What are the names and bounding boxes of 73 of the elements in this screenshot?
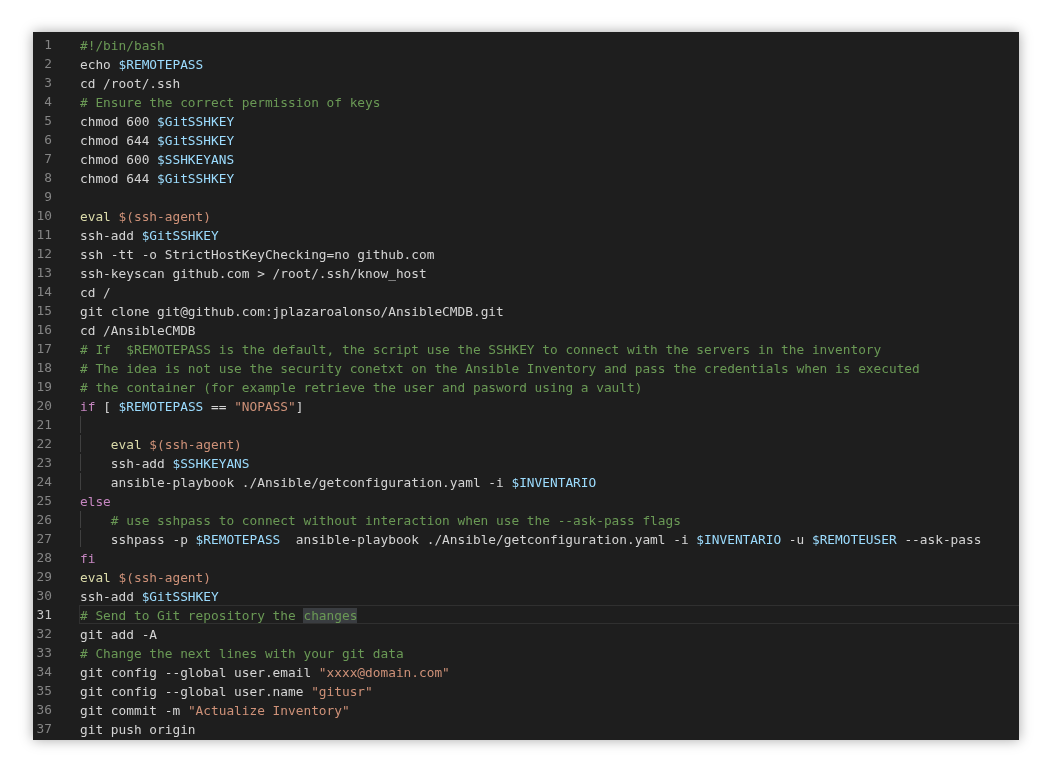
code-line: fi	[80, 550, 96, 566]
code-line: cd /root/.ssh	[80, 75, 181, 91]
code-line: cd /	[80, 284, 111, 300]
code-comment: # Send to Git repository the changes	[80, 607, 358, 623]
line-number: 26	[35, 511, 53, 529]
line-number: 5	[43, 112, 53, 130]
code-line: git config --global user.email "xxxx@domain.com"	[80, 664, 450, 680]
code-line: ssh-add $GitSSHKEY	[80, 227, 219, 243]
code-comment: # The idea is not use the security conetxt on the Ansible Inventory and pass the credentials when is executed	[80, 360, 920, 376]
code-comment: # Ensure the correct permission of keys	[80, 94, 381, 110]
line-number: 8	[43, 169, 53, 187]
line-number: 11	[35, 226, 53, 244]
code-line: ssh-add $GitSSHKEY	[80, 588, 219, 604]
line-number: 14	[35, 283, 53, 301]
code-line: git add -A	[80, 626, 158, 642]
code-line: git clone git@github.com:jplazaroalonso/AnsibleCMDB.git	[80, 303, 504, 319]
code-line: chmod 600 $SSHKEYANS	[80, 151, 235, 167]
line-number: 23	[35, 454, 53, 472]
code-line: if [ $REMOTEPASS == "NOPASS"]	[80, 398, 304, 414]
code-line: eval $(ssh-agent)	[110, 436, 242, 452]
code-editor[interactable]	[33, 32, 1019, 740]
line-number: 27	[35, 530, 53, 548]
code-line: chmod 644 $GitSSHKEY	[80, 132, 235, 148]
line-number: 17	[35, 340, 53, 358]
code-comment: # Change the next lines with your git data	[80, 645, 404, 661]
line-number: 7	[43, 150, 53, 168]
line-number: 33	[35, 644, 53, 662]
code-line: git commit -m "Actualize Inventory"	[80, 702, 350, 718]
line-number: 10	[35, 207, 53, 225]
code-comment: # If $REMOTEPASS is the default, the script use the SSHKEY to connect with the servers in the inventory	[80, 341, 882, 357]
code-line: cd /AnsibleCMDB	[80, 322, 196, 338]
line-number: 32	[35, 625, 53, 643]
code-line: else	[80, 493, 111, 509]
line-number: 16	[35, 321, 53, 339]
line-number: 30	[35, 587, 53, 605]
line-number: 24	[35, 473, 53, 491]
code-line: git push origin	[80, 721, 196, 737]
line-number: 28	[35, 549, 53, 567]
code-line: chmod 600 $GitSSHKEY	[80, 113, 235, 129]
code-line: echo $REMOTEPASS	[80, 56, 204, 72]
code-comment: #!/bin/bash	[80, 37, 165, 53]
code-comment: # use sshpass to connect without interaction when use the --ask-pass flags	[110, 512, 681, 528]
line-number: 36	[35, 701, 53, 719]
code-line: sshpass -p $REMOTEPASS ansible-playbook ./Ansible/getconfiguration.yaml -i $INVENTARIO -u $REMOTEUSER --ask-pass	[110, 531, 982, 547]
line-number: 3	[43, 74, 53, 92]
code-line: eval $(ssh-agent)	[80, 208, 211, 224]
line-number: 29	[35, 568, 53, 586]
code-line: ssh -tt -o StrictHostKeyChecking=no github.com	[80, 246, 435, 262]
line-number: 35	[35, 682, 53, 700]
line-number: 34	[35, 663, 53, 681]
line-number: 18	[35, 359, 53, 377]
code-comment: # the container (for example retrieve the user and pasword using a vault)	[80, 379, 643, 395]
line-number: 13	[35, 264, 53, 282]
code-line: git config --global user.name "gitusr"	[80, 683, 373, 699]
code-line: ssh-keyscan github.com > /root/.ssh/know_host	[80, 265, 427, 281]
line-number: 4	[43, 93, 53, 111]
line-number: 6	[43, 131, 53, 149]
code-line: eval $(ssh-agent)	[80, 569, 211, 585]
line-number: 9	[43, 188, 53, 206]
line-number: 21	[35, 416, 53, 434]
line-number: 19	[35, 378, 53, 396]
code-line: ssh-add $SSHKEYANS	[110, 455, 250, 471]
code-line: ansible-playbook ./Ansible/getconfiguration.yaml -i $INVENTARIO	[110, 474, 597, 490]
line-number: 31	[35, 606, 53, 624]
line-number: 20	[35, 397, 53, 415]
line-number: 1	[43, 36, 53, 54]
line-number: 25	[35, 492, 53, 510]
line-number: 22	[35, 435, 53, 453]
line-number: 2	[43, 55, 53, 73]
line-number: 15	[35, 302, 53, 320]
line-number: 12	[35, 245, 53, 263]
code-line: chmod 644 $GitSSHKEY	[80, 170, 235, 186]
line-number: 37	[35, 720, 53, 738]
